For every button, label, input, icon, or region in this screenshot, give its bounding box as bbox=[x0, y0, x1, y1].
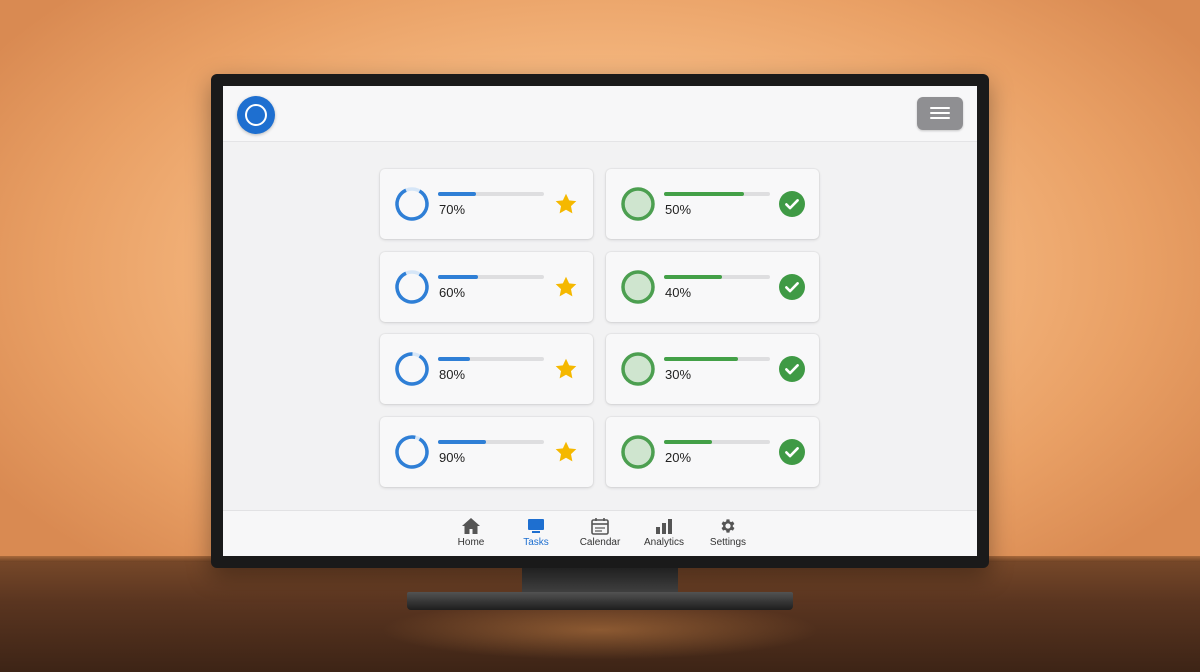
progress-ring-arc bbox=[395, 435, 429, 469]
check-circle-icon[interactable] bbox=[779, 191, 805, 217]
progress-bar bbox=[664, 440, 770, 444]
progress-percent: 90% bbox=[439, 450, 466, 465]
star-icon[interactable] bbox=[553, 439, 579, 465]
progress-ring-arc bbox=[395, 270, 429, 304]
progress-bar-fill bbox=[438, 357, 470, 361]
progress-bar bbox=[438, 192, 544, 196]
star-icon[interactable] bbox=[553, 356, 579, 382]
monitor-stand-base bbox=[407, 592, 793, 610]
progress-bar-fill bbox=[664, 275, 723, 279]
top-bar bbox=[223, 86, 977, 142]
tasks-icon bbox=[528, 519, 544, 533]
progress-ring bbox=[395, 270, 429, 304]
progress-ring bbox=[621, 270, 655, 304]
monitor-bezel: 70% 60% 80% 90% 50% 40% 30% 20% Home Tas… bbox=[211, 74, 989, 568]
progress-ring-arc bbox=[395, 352, 429, 386]
nav-label: Tasks bbox=[523, 537, 549, 548]
progress-ring-track bbox=[621, 435, 655, 469]
progress-percent: 60% bbox=[439, 285, 466, 300]
task-card[interactable]: 40% bbox=[606, 252, 819, 322]
bottom-nav: Home Tasks Calendar Analytics Settings bbox=[223, 510, 977, 556]
progress-bar-fill bbox=[664, 440, 712, 444]
progress-ring-track bbox=[621, 187, 655, 221]
progress-ring bbox=[621, 187, 655, 221]
progress-bar bbox=[438, 275, 544, 279]
progress-ring bbox=[621, 352, 655, 386]
task-card[interactable]: 20% bbox=[606, 417, 819, 487]
progress-ring bbox=[395, 352, 429, 386]
progress-bar bbox=[438, 357, 544, 361]
progress-bar bbox=[664, 357, 770, 361]
nav-label: Calendar bbox=[579, 537, 621, 548]
progress-ring bbox=[395, 435, 429, 469]
progress-ring bbox=[395, 187, 429, 221]
calendar-icon bbox=[591, 518, 609, 535]
task-card-grid: 70% 60% 80% 90% 50% 40% 30% 20% bbox=[380, 169, 820, 489]
hamburger-menu-icon[interactable] bbox=[917, 97, 963, 130]
menu-line bbox=[930, 117, 950, 119]
progress-ring-track bbox=[621, 352, 655, 386]
nav-item-tasks[interactable]: Tasks bbox=[506, 517, 566, 553]
circle-logo-icon[interactable] bbox=[237, 96, 275, 134]
progress-percent: 20% bbox=[665, 450, 692, 465]
progress-bar-fill bbox=[664, 192, 744, 196]
progress-ring bbox=[621, 435, 655, 469]
check-circle-icon[interactable] bbox=[779, 274, 805, 300]
progress-bar-fill bbox=[664, 357, 739, 361]
progress-ring-track bbox=[621, 270, 655, 304]
check-circle-icon[interactable] bbox=[779, 439, 805, 465]
progress-percent: 40% bbox=[665, 285, 692, 300]
progress-bar bbox=[664, 275, 770, 279]
progress-bar-fill bbox=[438, 275, 479, 279]
progress-bar-fill bbox=[438, 192, 477, 196]
app-screen: 70% 60% 80% 90% 50% 40% 30% 20% Home Tas… bbox=[223, 86, 977, 556]
nav-item-analytics[interactable]: Analytics bbox=[634, 517, 694, 553]
gear-icon bbox=[721, 519, 735, 533]
nav-label: Analytics bbox=[643, 537, 684, 548]
progress-percent: 80% bbox=[439, 367, 466, 382]
task-card[interactable]: 80% bbox=[380, 334, 593, 404]
menu-line bbox=[930, 107, 950, 109]
progress-bar-fill bbox=[438, 440, 486, 444]
nav-label: Home bbox=[457, 537, 485, 548]
nav-label: Settings bbox=[709, 537, 747, 548]
nav-item-calendar[interactable]: Calendar bbox=[570, 517, 630, 553]
task-card[interactable]: 50% bbox=[606, 169, 819, 239]
home-icon bbox=[462, 518, 480, 534]
menu-line bbox=[930, 112, 950, 114]
nav-item-home[interactable]: Home bbox=[441, 517, 501, 553]
progress-bar bbox=[664, 192, 770, 196]
task-card[interactable]: 70% bbox=[380, 169, 593, 239]
progress-percent: 70% bbox=[439, 202, 466, 217]
progress-ring-arc bbox=[395, 187, 429, 221]
task-card[interactable]: 90% bbox=[380, 417, 593, 487]
nav-item-settings[interactable]: Settings bbox=[698, 517, 758, 553]
task-card[interactable]: 60% bbox=[380, 252, 593, 322]
progress-percent: 50% bbox=[665, 202, 692, 217]
check-circle-icon[interactable] bbox=[779, 356, 805, 382]
analytics-icon bbox=[656, 519, 672, 534]
progress-percent: 30% bbox=[665, 367, 692, 382]
star-icon[interactable] bbox=[553, 191, 579, 217]
task-card[interactable]: 30% bbox=[606, 334, 819, 404]
star-icon[interactable] bbox=[553, 274, 579, 300]
progress-bar bbox=[438, 440, 544, 444]
